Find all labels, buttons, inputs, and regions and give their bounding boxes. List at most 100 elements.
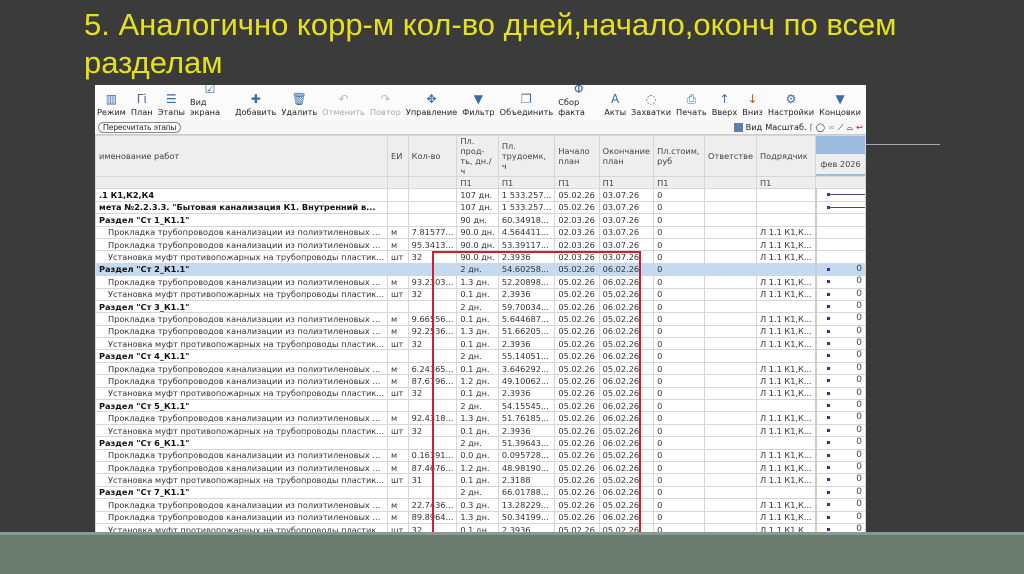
bracket-icon[interactable]: ⌈ [810,122,813,132]
cell-2: 93.2303... [407,275,458,289]
toolbar-button-5[interactable]: 🗑 Удалить [281,91,317,120]
toolbar-button-13[interactable]: ◌ Захватки [631,91,671,120]
cell-2: 92.2536... [407,324,458,339]
toolbar-button-label: Захватки [631,107,672,117]
section-row[interactable]: Раздел "Ст 3_К1.1" 2 дн. 59.70034... 05.02.… [95,299,866,314]
toolbar-button-2[interactable]: ☰ Этапы [158,91,185,120]
table-row[interactable]: Прокладка трубопроводов канализации из п… [95,324,866,339]
cell-1: м [387,237,409,252]
toolbar-button-3[interactable]: ☑ Вид экрана [190,85,230,120]
table-row[interactable]: Установка муфт противопожарных на трубоп… [95,386,866,401]
toolbar-button-10[interactable]: ❐ Объединить [500,91,554,120]
toolbar-button-11[interactable]: Φ Сбор факта [558,85,599,120]
section-row[interactable]: мета №2.2.3.3. "Бытовая канализация К1. … [95,200,866,215]
table-row[interactable]: Установка муфт противопожарных на трубоп… [95,522,866,532]
column-header[interactable]: Начало план [554,135,600,177]
arrow-down-icon: ↓ [747,92,758,106]
column-header[interactable]: Пл. прод-ть, дн./ч [456,135,499,177]
cell-9 [756,399,817,413]
table-row[interactable]: Прокладка трубопроводов канализации из п… [95,374,866,388]
table-row[interactable]: Прокладка трубопроводов канализации из п… [95,510,866,524]
cell-2: 32 [407,287,458,301]
column-header[interactable]: Кол-во [407,135,458,177]
column-header[interactable]: Подрядчик [756,135,817,177]
toolbar-button-17[interactable]: ⚙ Настройки [768,91,814,120]
line-icon[interactable]: ⟋ [838,122,844,133]
toolbar-button-label: Сбор факта [558,97,585,117]
circle-icon[interactable]: ◯ [816,122,825,132]
table-row[interactable]: Установка муфт противопожарных на трубоп… [95,473,866,487]
column-header[interactable]: Пл.стоим, руб [653,135,706,177]
scale-label[interactable]: Масштаб. [765,122,807,132]
column-header[interactable]: Ответстве [704,135,758,177]
table-row[interactable]: Прокладка трубопроводов канализации из п… [95,361,866,376]
cell-6: 05.02.26 [598,448,655,463]
table-row[interactable]: Прокладка трубопроводов канализации из п… [95,411,866,425]
cell-1: м [387,225,409,239]
link-icon[interactable]: ∞ [828,122,835,132]
toolbar-button-8[interactable]: ✥ Управление [406,91,457,120]
column-header[interactable]: Окончание план [598,135,655,177]
section-row[interactable]: Раздел "Ст 7_К1.1" 2 дн. 66.01788... 05.02.… [95,485,866,500]
toolbar-button-12[interactable]: A Акты [604,91,626,120]
table-row[interactable]: Прокладка трубопроводов канализации из п… [95,460,866,475]
cell-0: Прокладка трубопроводов канализации из п… [95,374,389,388]
arrow-icon[interactable]: ↩ [856,122,863,132]
toolbar-button-16[interactable]: ↓ Вниз [742,91,763,120]
cell-3: 1.3 дн. [456,411,499,425]
table-row[interactable]: Установка муфт противопожарных на трубоп… [95,250,866,264]
gantt-cell: 0 [814,448,866,463]
view-icon[interactable] [733,122,743,132]
toolbar-button-1[interactable]: Γi План [131,91,153,120]
section-row[interactable]: Раздел "Ст 5_К1.1" 2 дн. 54.15545... 05.02.… [95,399,866,413]
table-row[interactable]: Прокладка трубопроводов канализации из п… [95,448,866,463]
toolbar-button-7[interactable]: ↷ Повтор [370,91,401,120]
arrow-up-icon: ↑ [719,92,730,106]
table-row[interactable]: Прокладка трубопроводов канализации из п… [95,498,866,512]
table-row[interactable]: Прокладка трубопроводов канализации из п… [95,275,866,289]
cell-6: 06.02.26 [598,485,655,500]
cell-9: Л 1.1 К1,К... [756,250,817,264]
gantt-cell [814,188,866,202]
column-subheader [95,175,389,190]
section-row[interactable]: Раздел "Ст 2_К1.1" 2 дн. 54.60258... 05.02.… [95,262,866,277]
cell-4: 49.10062... [497,374,556,388]
table-row[interactable]: Установка муфт противопожарных на трубоп… [95,337,866,351]
table-row[interactable]: Установка муфт противопожарных на трубоп… [95,423,866,438]
toolbar-button-label: Этапы [157,107,185,117]
dome-icon[interactable]: ⌓ [847,122,853,133]
cell-1 [387,399,409,413]
view-label[interactable]: Вид [746,122,763,132]
section-row[interactable]: Раздел "Ст 4_К1.1" 2 дн. 55.14051... 05.02.… [95,349,866,363]
cell-9: Л 1.1 К1,К... [756,386,817,401]
toolbar-button-15[interactable]: ↑ Вверх [712,91,738,120]
toolbar-button-6[interactable]: ↶ Отменить [322,91,365,120]
toolbar-button-4[interactable]: ✚ Добавить [235,91,276,120]
cell-5: 05.02.26 [554,498,600,512]
merge-icon: ❐ [521,92,532,106]
column-header[interactable]: именование работ [95,135,389,177]
table-row[interactable]: Установка муфт противопожарных на трубоп… [95,287,866,301]
cell-0: Прокладка трубопроводов канализации из п… [95,361,389,376]
cell-6: 06.02.26 [598,460,655,475]
toolbar-button-14[interactable]: ⎙ Печать [676,91,707,120]
section-row[interactable]: Раздел "Ст 6_К1.1" 2 дн. 51.39643... 05.02.… [95,436,866,450]
cell-9 [756,349,817,363]
cell-9: Л 1.1 К1,К... [756,510,817,524]
column-header[interactable]: Пл. трудоемк, ч [497,135,556,177]
column-header[interactable]: ЕИ [387,135,409,177]
toolbar-button-18[interactable]: ▼ Концовки [819,91,861,120]
cell-9: Л 1.1 К1,К... [756,324,817,339]
section-row[interactable]: Раздел "Ст 1_К1.1" 90 дн. 60.34918... 02.03… [95,213,866,227]
table-row[interactable]: Прокладка трубопроводов канализации из п… [95,312,866,326]
toolbar-button-9[interactable]: ▼ Фильтр [462,91,494,120]
table-row[interactable]: Прокладка трубопроводов канализации из п… [95,225,866,239]
cell-5: 05.02.26 [554,522,600,532]
cell-5: 05.02.26 [554,200,600,215]
section-row[interactable]: .1 К1,К2,К4 107 дн. 1 533.257... 05.02.26 03… [95,188,866,202]
cell-4: 48.98190... [497,460,556,475]
recalculate-stages-button[interactable]: Пересчитать этапы [98,121,182,133]
toolbar-button-0[interactable]: ▥ Режим [97,91,126,120]
table-row[interactable]: Прокладка трубопроводов канализации из п… [95,237,866,252]
cell-7: 0 [653,324,706,339]
